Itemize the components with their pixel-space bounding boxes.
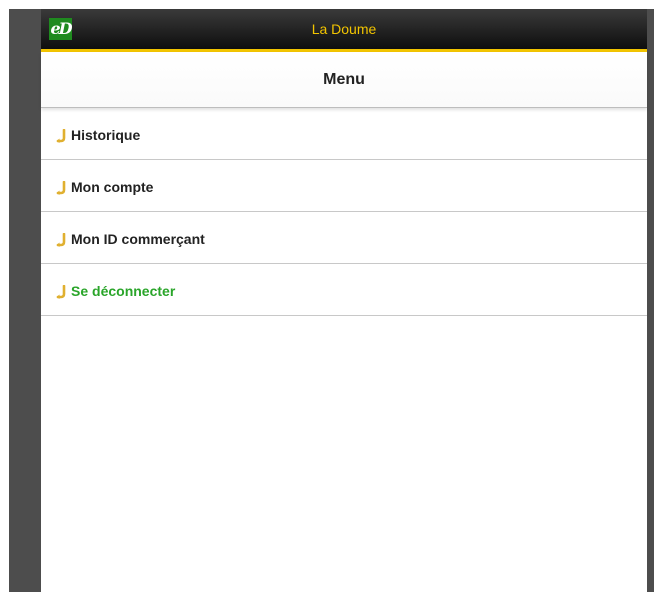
frame-right-border (647, 9, 654, 592)
app-title: La Doume (311, 21, 377, 37)
page-title: Menu (323, 71, 365, 88)
frame-left-border (9, 9, 41, 592)
arrow-return-icon (56, 181, 66, 195)
menu-item-mon-compte[interactable]: Mon compte (41, 160, 647, 212)
arrow-return-icon (56, 233, 66, 247)
menu-item-label: Mon compte (71, 179, 154, 195)
arrow-return-icon (56, 285, 66, 299)
page-header: Menu (41, 52, 647, 108)
arrow-return-icon (56, 129, 66, 143)
menu-item-label: Historique (71, 127, 141, 143)
menu-item-label: Se déconnecter (71, 283, 176, 299)
menu-item-se-deconnecter[interactable]: Se déconnecter (41, 264, 647, 316)
menu-list: Historique Mon compte Mon ID commerçant … (41, 108, 647, 316)
menu-item-mon-id-commercant[interactable]: Mon ID commerçant (41, 212, 647, 264)
app-top-bar: eD La Doume (41, 9, 647, 52)
menu-item-historique[interactable]: Historique (41, 108, 647, 160)
menu-item-label: Mon ID commerçant (71, 231, 205, 247)
